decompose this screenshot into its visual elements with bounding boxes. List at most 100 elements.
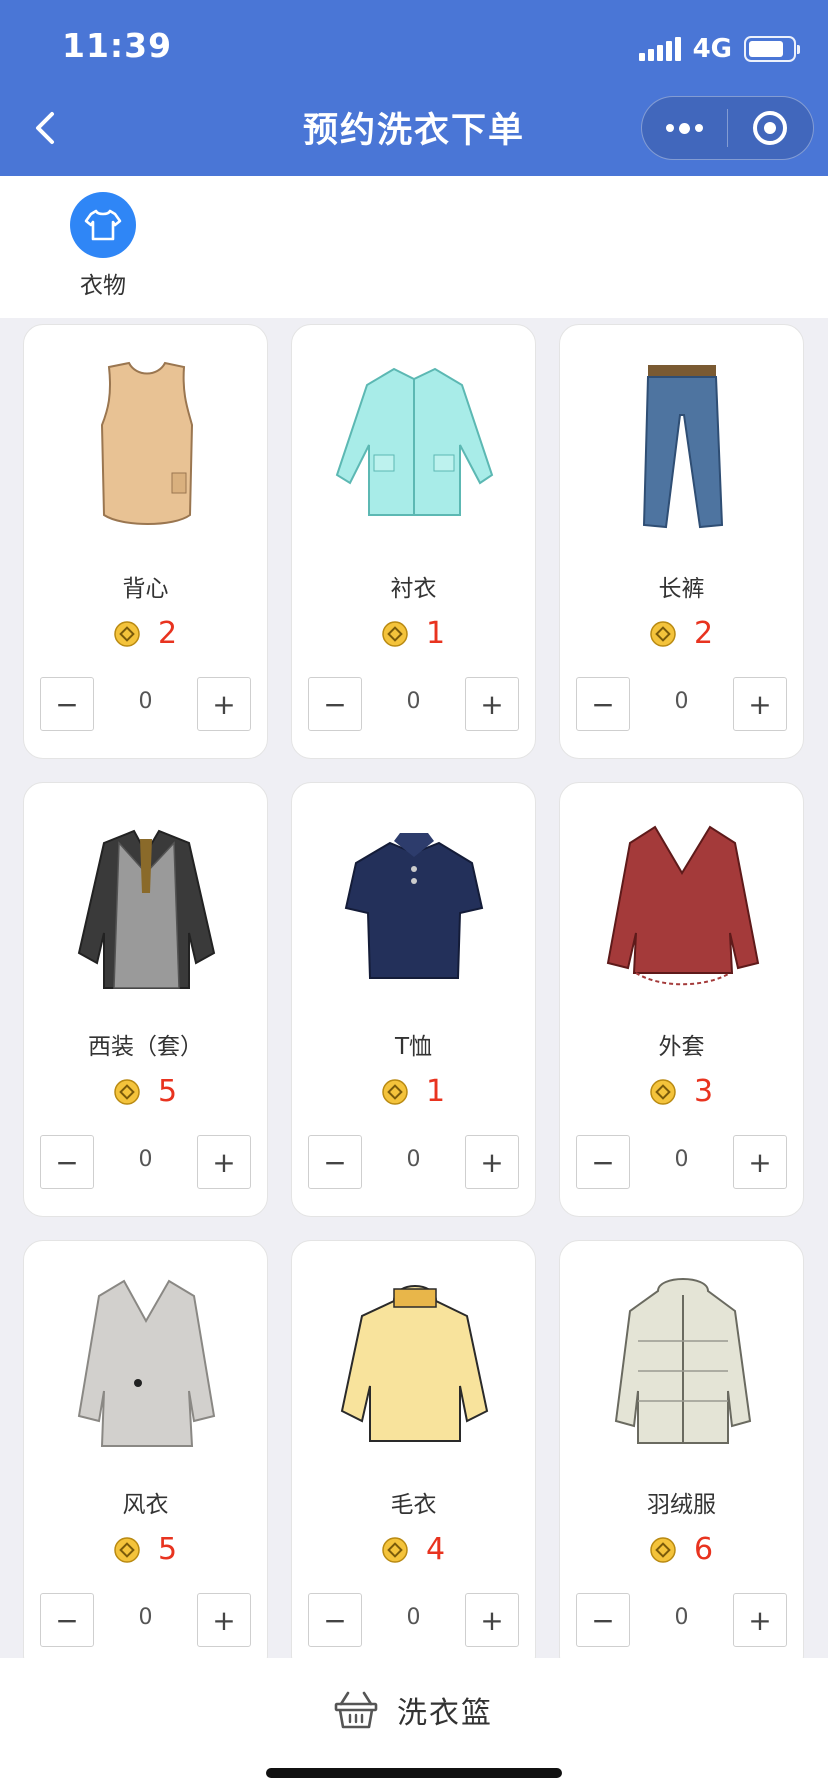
item-price: 6 <box>560 1535 803 1565</box>
coin-icon <box>382 1079 408 1105</box>
laundry-basket-button[interactable]: 洗衣篮 <box>333 1688 493 1732</box>
item-name: 毛衣 <box>390 1492 437 1518</box>
quantity-value: 0 <box>406 689 421 714</box>
increase-button[interactable]: + <box>733 1135 787 1189</box>
item-grid: 背心 2 − 0 + 衬衣 1 − 0 + 长裤 2 − 0 + 西装（套） 5… <box>0 318 828 1658</box>
decrease-button[interactable]: − <box>308 677 362 731</box>
coin-icon <box>650 1079 676 1105</box>
item-price: 2 <box>24 619 267 649</box>
quantity-stepper: − 0 + <box>576 677 787 731</box>
item-card: 背心 2 − 0 + <box>23 324 268 759</box>
coin-icon <box>114 621 140 647</box>
item-name: 长裤 <box>658 576 705 602</box>
trousers-image <box>642 365 724 529</box>
item-card: 西装（套） 5 − 0 + <box>23 782 268 1217</box>
basket-label: 洗衣篮 <box>397 1696 493 1731</box>
network-type: 4G <box>692 34 732 64</box>
decrease-button[interactable]: − <box>308 1135 362 1189</box>
item-card: 羽绒服 6 − 0 + <box>559 1240 804 1658</box>
increase-button[interactable]: + <box>197 1593 251 1647</box>
quantity-stepper: − 0 + <box>308 1593 519 1647</box>
quantity-value: 0 <box>138 1605 153 1630</box>
increase-button[interactable]: + <box>465 677 519 731</box>
quantity-value: 0 <box>138 689 153 714</box>
quantity-stepper: − 0 + <box>40 1135 251 1189</box>
polo-shirt-image <box>344 833 484 979</box>
bottom-bar: 洗衣篮 <box>0 1658 828 1792</box>
decrease-button[interactable]: − <box>40 1135 94 1189</box>
quantity-value: 0 <box>406 1147 421 1172</box>
quantity-value: 0 <box>674 1147 689 1172</box>
suit-image <box>77 829 216 989</box>
category-bar: 衣物 <box>0 176 828 318</box>
vest-image <box>100 361 194 525</box>
item-name: 外套 <box>658 1034 705 1060</box>
quantity-value: 0 <box>674 1605 689 1630</box>
quantity-value: 0 <box>138 1147 153 1172</box>
item-name: 西装（套） <box>88 1034 203 1060</box>
home-indicator <box>266 1768 562 1778</box>
increase-button[interactable]: + <box>733 1593 787 1647</box>
shirt-icon <box>70 192 136 258</box>
quantity-stepper: − 0 + <box>40 677 251 731</box>
battery-icon <box>744 36 800 62</box>
category-clothing[interactable]: 衣物 <box>70 192 136 300</box>
decrease-button[interactable]: − <box>308 1593 362 1647</box>
coin-icon <box>382 621 408 647</box>
header: 11:39 4G 预约洗衣下单 <box>0 0 828 176</box>
item-price: 1 <box>292 619 535 649</box>
item-card: 风衣 5 − 0 + <box>23 1240 268 1658</box>
sweater-image <box>340 1285 489 1442</box>
status-indicators: 4G <box>638 32 800 66</box>
item-card: 外套 3 − 0 + <box>559 782 804 1217</box>
category-label: 衣物 <box>80 273 126 299</box>
trench-coat-image <box>77 1279 216 1447</box>
decrease-button[interactable]: − <box>40 677 94 731</box>
increase-button[interactable]: + <box>197 1135 251 1189</box>
coin-icon <box>650 1537 676 1563</box>
coin-icon <box>114 1079 140 1105</box>
increase-button[interactable]: + <box>465 1593 519 1647</box>
increase-button[interactable]: + <box>197 677 251 731</box>
signal-icon <box>638 37 681 61</box>
basket-icon <box>334 1691 378 1729</box>
quantity-stepper: − 0 + <box>576 1593 787 1647</box>
quantity-value: 0 <box>674 689 689 714</box>
item-name: 衬衣 <box>390 576 437 602</box>
item-name: 背心 <box>122 576 169 602</box>
more-dots-icon <box>666 122 703 134</box>
item-price: 5 <box>24 1077 267 1107</box>
coat-image <box>606 825 760 986</box>
close-miniprogram-button[interactable] <box>728 97 813 159</box>
coin-icon <box>114 1537 140 1563</box>
decrease-button[interactable]: − <box>576 1135 630 1189</box>
item-name: 风衣 <box>122 1492 169 1518</box>
item-card: T恤 1 − 0 + <box>291 782 536 1217</box>
decrease-button[interactable]: − <box>576 1593 630 1647</box>
increase-button[interactable]: + <box>465 1135 519 1189</box>
item-card: 毛衣 4 − 0 + <box>291 1240 536 1658</box>
status-time: 11:39 <box>62 26 173 65</box>
down-jacket-image <box>614 1278 752 1444</box>
item-price: 2 <box>560 619 803 649</box>
coin-icon <box>382 1537 408 1563</box>
item-price: 4 <box>292 1535 535 1565</box>
quantity-stepper: − 0 + <box>308 677 519 731</box>
item-name: 羽绒服 <box>647 1492 716 1518</box>
decrease-button[interactable]: − <box>576 677 630 731</box>
mini-program-capsule <box>641 96 814 160</box>
item-name: T恤 <box>394 1034 433 1060</box>
quantity-stepper: − 0 + <box>576 1135 787 1189</box>
item-card: 长裤 2 − 0 + <box>559 324 804 759</box>
more-button[interactable] <box>642 97 727 159</box>
item-price: 3 <box>560 1077 803 1107</box>
item-card: 衬衣 1 − 0 + <box>291 324 536 759</box>
shirt-image <box>335 367 494 516</box>
decrease-button[interactable]: − <box>40 1593 94 1647</box>
increase-button[interactable]: + <box>733 677 787 731</box>
quantity-value: 0 <box>406 1605 421 1630</box>
coin-icon <box>650 621 676 647</box>
item-price: 1 <box>292 1077 535 1107</box>
item-price: 5 <box>24 1535 267 1565</box>
quantity-stepper: − 0 + <box>40 1593 251 1647</box>
